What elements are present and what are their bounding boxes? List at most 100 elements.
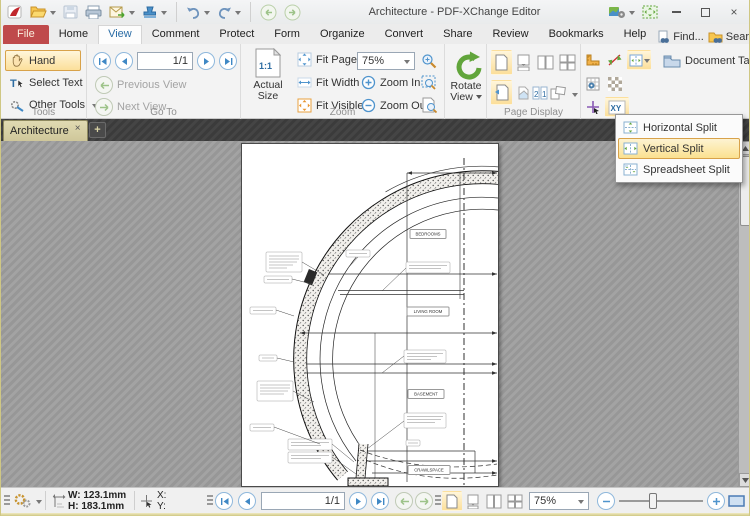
tab-share[interactable]: Share bbox=[433, 25, 482, 44]
tab-close-icon[interactable]: × bbox=[75, 123, 81, 134]
tab-comment[interactable]: Comment bbox=[142, 25, 210, 44]
go-back-button[interactable] bbox=[258, 2, 279, 22]
ui-options-caret-icon[interactable] bbox=[629, 11, 635, 18]
next-page-button[interactable] bbox=[197, 52, 215, 70]
go-forward-button[interactable] bbox=[282, 2, 303, 22]
tab-organize[interactable]: Organize bbox=[310, 25, 375, 44]
status-next-view-button[interactable] bbox=[415, 492, 433, 510]
statusbar-options-caret-icon[interactable] bbox=[36, 500, 42, 507]
open-file-caret-icon[interactable] bbox=[50, 11, 56, 18]
tab-view[interactable]: View bbox=[98, 25, 142, 44]
redo-caret-icon[interactable] bbox=[235, 11, 241, 18]
split-button[interactable] bbox=[627, 50, 651, 70]
reading-order-button[interactable]: 21 bbox=[531, 84, 549, 102]
redo-button[interactable] bbox=[215, 2, 243, 22]
transparency-grid-button[interactable] bbox=[605, 74, 625, 94]
page-number-field[interactable]: 1/1 bbox=[137, 52, 193, 70]
status-last-page-button[interactable] bbox=[371, 492, 389, 510]
status-zoom-in-button[interactable] bbox=[707, 492, 725, 510]
two-pages-button[interactable] bbox=[535, 50, 556, 75]
zoom-level-combo[interactable]: 75% bbox=[357, 52, 415, 70]
status-two-pages-button[interactable] bbox=[484, 491, 504, 511]
single-page-button[interactable] bbox=[491, 50, 512, 75]
status-first-page-button[interactable] bbox=[215, 492, 233, 510]
select-text-button[interactable]: T Select Text bbox=[5, 74, 87, 92]
zoom-tool-button[interactable] bbox=[419, 51, 439, 71]
rotate-pages-icon bbox=[550, 86, 566, 100]
statusbar-grip bbox=[4, 495, 10, 507]
menu-item-horizontal-split[interactable]: Horizontal Split bbox=[618, 117, 740, 138]
search-button[interactable]: Search... bbox=[708, 30, 750, 44]
loupe-tool-button[interactable] bbox=[419, 73, 439, 93]
find-button[interactable]: Find... bbox=[656, 30, 704, 44]
document-tab-architecture[interactable]: Architecture × bbox=[3, 120, 88, 141]
fit-page-button[interactable]: Fit Page bbox=[293, 50, 361, 69]
tab-home[interactable]: Home bbox=[49, 25, 98, 44]
last-page-button[interactable] bbox=[219, 52, 237, 70]
save-button[interactable] bbox=[61, 2, 80, 22]
rotate-pages-button[interactable] bbox=[549, 84, 567, 102]
tab-review[interactable]: Review bbox=[482, 25, 538, 44]
grid-button[interactable] bbox=[583, 74, 603, 94]
status-next-page-button[interactable] bbox=[349, 492, 367, 510]
tab-convert[interactable]: Convert bbox=[375, 25, 434, 44]
open-file-button[interactable] bbox=[28, 2, 58, 22]
two-pages-scrolling-button[interactable] bbox=[557, 50, 578, 75]
first-page-button[interactable] bbox=[93, 52, 111, 70]
tab-form[interactable]: Form bbox=[264, 25, 310, 44]
stamp-button[interactable] bbox=[140, 2, 169, 22]
tab-bookmarks[interactable]: Bookmarks bbox=[539, 25, 614, 44]
fit-width-button[interactable]: Fit Width bbox=[293, 73, 363, 92]
tab-protect[interactable]: Protect bbox=[209, 25, 264, 44]
previous-page-button[interactable] bbox=[115, 52, 133, 70]
email-caret-icon[interactable] bbox=[129, 11, 135, 18]
pdf-page[interactable]: BEDROOMS LIVING ROOM BASEMENT CRAWLSPACE bbox=[241, 143, 499, 487]
split-caret-icon[interactable] bbox=[644, 59, 650, 66]
email-button[interactable] bbox=[107, 2, 137, 22]
menu-bar: File Home View Comment Protect Form Orga… bbox=[1, 24, 750, 44]
print-button[interactable] bbox=[83, 2, 104, 22]
zoom-slider-thumb[interactable] bbox=[649, 493, 657, 509]
fullscreen-mode-button[interactable] bbox=[727, 494, 747, 509]
fit-layout-button[interactable] bbox=[491, 80, 512, 105]
status-zoom-combo[interactable]: 75% bbox=[529, 492, 589, 510]
undo-caret-icon[interactable] bbox=[204, 11, 210, 18]
menu-item-spreadsheet-split[interactable]: Spreadsheet Split bbox=[618, 159, 740, 180]
previous-view-button[interactable]: Previous View bbox=[91, 74, 191, 96]
vertical-scrollbar[interactable] bbox=[738, 141, 750, 487]
statusbar-options-button[interactable] bbox=[12, 493, 42, 509]
status-previous-page-button[interactable] bbox=[238, 492, 256, 510]
status-zoom-out-button[interactable] bbox=[597, 492, 615, 510]
menu-item-vertical-split[interactable]: Vertical Split bbox=[618, 138, 740, 159]
tab-help[interactable]: Help bbox=[614, 25, 657, 44]
maximize-button[interactable] bbox=[692, 2, 718, 22]
close-button[interactable]: × bbox=[721, 2, 747, 22]
zoom-magnifier-icon bbox=[421, 53, 437, 69]
tab-file[interactable]: File bbox=[3, 25, 49, 44]
zoom-in-button[interactable]: Zoom In bbox=[357, 73, 424, 92]
status-two-pages-scrolling-button[interactable] bbox=[505, 491, 525, 511]
rotate-view-button[interactable]: RotateView bbox=[447, 50, 485, 103]
fullscreen-button[interactable] bbox=[640, 2, 660, 22]
enable-scrolling-button[interactable] bbox=[513, 50, 534, 75]
zoom-slider-track[interactable] bbox=[619, 500, 703, 502]
actual-size-button[interactable]: 1:1 ActualSize bbox=[247, 48, 289, 102]
hand-tool-button[interactable]: Hand bbox=[5, 50, 81, 71]
new-tab-button[interactable]: + bbox=[89, 122, 106, 138]
rulers-button[interactable] bbox=[583, 50, 603, 70]
status-page-number-field[interactable]: 1/1 bbox=[261, 492, 345, 510]
document-tabs-button[interactable]: Document Tabs bbox=[659, 52, 750, 70]
ui-options-button[interactable] bbox=[606, 2, 637, 22]
scroll-down-button[interactable] bbox=[739, 473, 750, 487]
status-single-page-button[interactable] bbox=[442, 491, 462, 511]
undo-button[interactable] bbox=[184, 2, 212, 22]
status-previous-view-button[interactable] bbox=[395, 492, 413, 510]
divider bbox=[134, 491, 135, 510]
snap-button[interactable] bbox=[583, 97, 603, 117]
page-display-more-caret-icon[interactable] bbox=[572, 93, 578, 100]
stamp-caret-icon[interactable] bbox=[161, 11, 167, 18]
cover-mode-button[interactable] bbox=[515, 84, 531, 102]
minimize-button[interactable] bbox=[663, 2, 689, 22]
status-scrolling-button[interactable] bbox=[463, 491, 483, 511]
measure-button[interactable] bbox=[605, 50, 625, 70]
